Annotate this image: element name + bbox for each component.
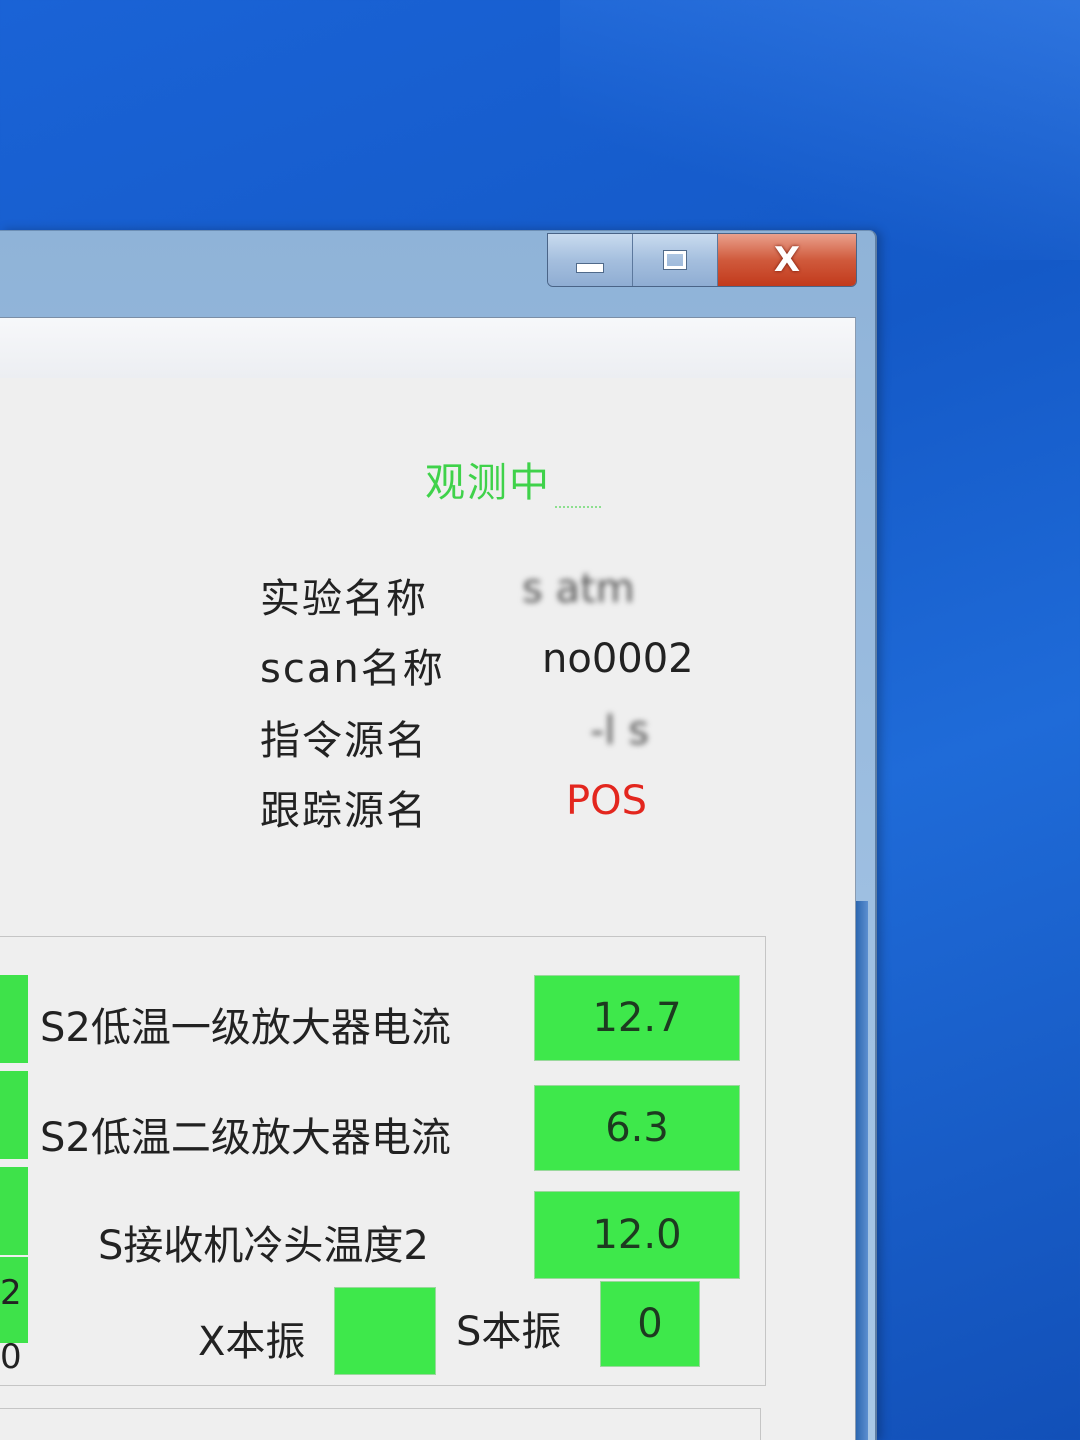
command-source-row: 指令源名 -l s xyxy=(260,708,720,768)
toolbar-strip xyxy=(0,318,855,378)
app-window: X 观测中 实验名称 s atm scan名称 no0002 指令源名 -l s… xyxy=(0,230,877,1440)
tracking-source-row: 跟踪源名 POS xyxy=(260,778,720,838)
monitor-group: S2低温一级放大器电流 12.7 S2低温二级放大器电流 6.3 S接收机冷头温… xyxy=(0,936,766,1386)
minimize-button[interactable] xyxy=(548,234,633,286)
experiment-name-value: s atm xyxy=(522,566,635,612)
desktop-background xyxy=(560,0,1080,260)
experiment-name-row: 实验名称 s atm xyxy=(260,566,720,626)
x-lo-indicator xyxy=(334,1287,436,1375)
s2-stage2-amp-current-label: S2低温二级放大器电流 xyxy=(40,1115,451,1161)
s-lo-indicator: 0 xyxy=(600,1281,700,1367)
tracking-source-label: 跟踪源名 xyxy=(260,788,428,834)
command-source-value: -l s xyxy=(590,708,650,754)
maximize-icon xyxy=(663,250,687,270)
client-area: 观测中 实验名称 s atm scan名称 no0002 指令源名 -l s 跟… xyxy=(0,317,856,1440)
tracking-source-value: POS xyxy=(566,778,647,824)
lower-group xyxy=(0,1408,761,1440)
edge-text: 2 xyxy=(0,1273,22,1313)
edge-indicator xyxy=(0,1167,28,1255)
s2-stage2-amp-current-value: 6.3 xyxy=(534,1085,740,1171)
edge-indicator xyxy=(0,975,28,1063)
s2-stage1-amp-current-label: S2低温一级放大器电流 xyxy=(40,1005,451,1051)
scan-name-label: scan名称 xyxy=(260,646,445,692)
maximize-button[interactable] xyxy=(633,234,718,286)
scan-name-value: no0002 xyxy=(542,636,694,682)
s-receiver-coldhead-temp-value: 12.0 xyxy=(534,1191,740,1279)
s-receiver-coldhead-temp-label: S接收机冷头温度2 xyxy=(98,1223,429,1269)
x-lo-label: X本振 xyxy=(198,1319,306,1365)
s2-stage1-amp-current-value: 12.7 xyxy=(534,975,740,1061)
experiment-name-label: 实验名称 xyxy=(260,576,428,622)
status-text: 观测中 xyxy=(425,460,551,506)
observation-status: 观测中 xyxy=(425,450,601,508)
command-source-label: 指令源名 xyxy=(260,718,428,764)
edge-text: 0 xyxy=(0,1337,22,1377)
scan-name-row: scan名称 no0002 xyxy=(260,636,720,696)
close-icon: X xyxy=(773,240,801,280)
status-ellipsis xyxy=(555,492,601,508)
s-lo-label: S本振 xyxy=(456,1309,562,1355)
minimize-icon xyxy=(576,263,604,273)
edge-indicator xyxy=(0,1071,28,1159)
caption-buttons: X xyxy=(547,233,857,287)
window-frame-edge xyxy=(856,901,868,1440)
close-button[interactable]: X xyxy=(718,234,856,286)
